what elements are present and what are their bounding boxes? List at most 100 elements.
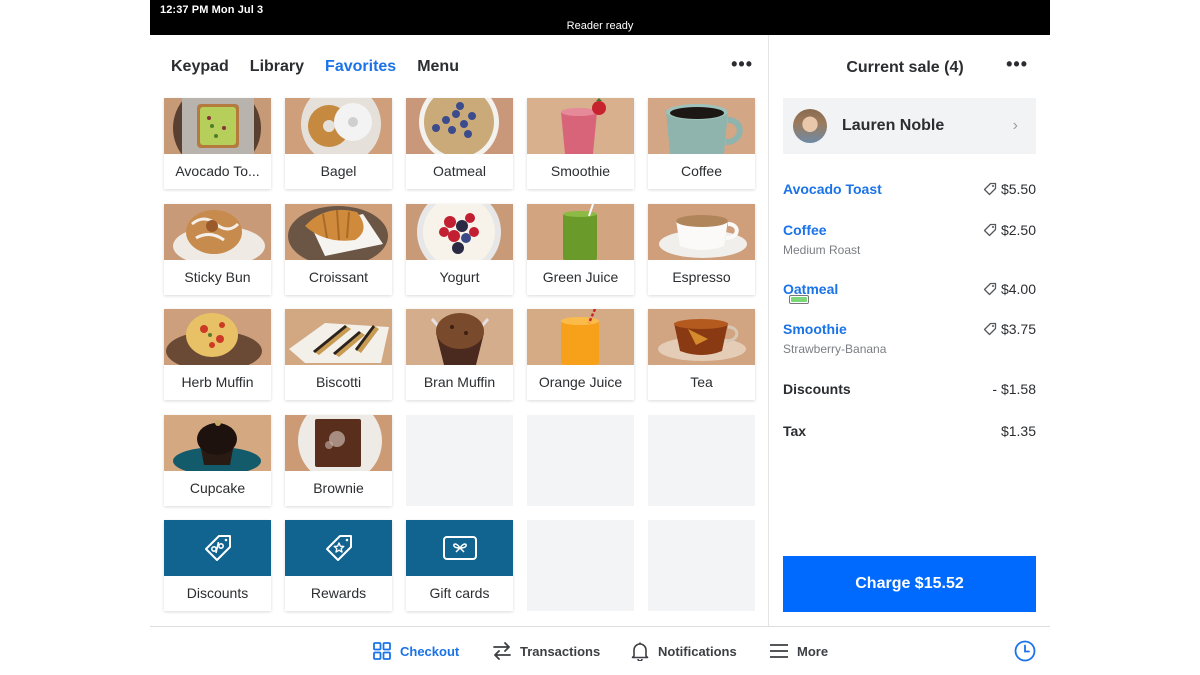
item-tile-brownie[interactable]: Brownie: [285, 414, 392, 506]
item-tile-green-juice[interactable]: Green Juice: [527, 203, 634, 295]
line-item-price-group: $5.50: [983, 181, 1036, 197]
line-item-price-group: $4.00: [983, 281, 1036, 297]
tab-menu[interactable]: Menu: [417, 58, 459, 76]
avatar: [793, 109, 827, 143]
clock-icon[interactable]: [1014, 640, 1036, 662]
bran-muffin-image: [406, 309, 513, 365]
tab-favorites[interactable]: Favorites: [325, 58, 396, 76]
customer-row[interactable]: Lauren Noble ›: [783, 98, 1036, 154]
discounts-row[interactable]: Discounts - $1.58: [783, 381, 1036, 397]
rewards-tile[interactable]: Rewards: [285, 520, 392, 611]
item-grid: Avocado To... Bagel Oatmeal Smoothie Cof…: [164, 98, 755, 611]
item-tile-sticky-bun[interactable]: Sticky Bun: [164, 203, 271, 295]
item-label: Green Juice: [542, 268, 619, 285]
avocado-toast-image: [164, 98, 271, 154]
nav-checkout[interactable]: Checkout: [372, 641, 459, 661]
tile-label: Gift cards: [429, 585, 490, 601]
tab-library[interactable]: Library: [250, 58, 304, 76]
line-item-price-group: $3.75: [983, 321, 1036, 337]
discount-tag-icon: [204, 535, 231, 561]
tea-image: [648, 309, 755, 365]
item-label: Biscotti: [315, 374, 362, 390]
discounts-tile[interactable]: Discounts: [164, 520, 271, 611]
item-tile-bagel[interactable]: Bagel: [285, 98, 392, 189]
line-item-price: $2.50: [1000, 222, 1036, 238]
coffee-image: [648, 98, 755, 154]
item-tile-biscotti[interactable]: Biscotti: [285, 309, 392, 400]
item-label: Cupcake: [189, 479, 246, 496]
nav-more[interactable]: More: [769, 641, 828, 661]
tile-label: Rewards: [310, 585, 367, 601]
line-item-modifier: Medium Roast: [783, 243, 861, 257]
nav-label: Checkout: [400, 643, 460, 659]
tag-icon: [983, 182, 997, 196]
item-tile-croissant[interactable]: Croissant: [285, 203, 392, 295]
gift-card-icon: [442, 536, 477, 560]
item-tile-cupcake[interactable]: Cupcake: [164, 414, 271, 506]
item-tile-yogurt[interactable]: Yogurt: [406, 203, 513, 295]
item-tile-orange-juice[interactable]: Orange Juice: [527, 309, 634, 400]
item-label: Avocado To...: [175, 163, 260, 179]
line-item[interactable]: Oatmeal $4.00: [783, 281, 1036, 297]
item-tile-smoothie[interactable]: Smoothie: [527, 98, 634, 189]
empty-tile[interactable]: [648, 414, 755, 506]
item-label: Sticky Bun: [184, 268, 251, 285]
line-item[interactable]: Smoothie Strawberry-Banana $3.75: [783, 321, 1036, 356]
bell-icon: [631, 642, 649, 661]
item-tile-herb-muffin[interactable]: Herb Muffin: [164, 309, 271, 400]
sale-more-options-icon[interactable]: •••: [1006, 55, 1028, 73]
line-item[interactable]: Coffee Medium Roast $2.50: [783, 222, 1036, 257]
item-tile-oatmeal[interactable]: Oatmeal: [406, 98, 513, 189]
item-tile-avocado-toast[interactable]: Avocado To...: [164, 98, 271, 189]
empty-tile[interactable]: [406, 414, 513, 506]
item-tile-tea[interactable]: Tea: [648, 309, 755, 400]
status-time: 12:37 PM Mon Jul 3: [160, 4, 264, 16]
item-label: Bagel: [320, 163, 357, 179]
tax-row[interactable]: Tax $1.35: [783, 423, 1036, 439]
tile-label: Discounts: [186, 585, 249, 601]
brownie-image: [285, 414, 392, 471]
item-label: Espresso: [672, 268, 731, 285]
nav-transactions[interactable]: Transactions: [492, 641, 600, 661]
empty-tile[interactable]: [527, 414, 634, 506]
charge-button[interactable]: Charge $15.52: [783, 556, 1036, 612]
item-label: Yogurt: [439, 268, 480, 285]
item-label: Coffee: [681, 163, 722, 179]
grid-icon: [373, 642, 391, 660]
hamburger-menu-icon: [770, 644, 788, 658]
tag-icon: [983, 223, 997, 237]
bagel-image: [285, 98, 392, 154]
nav-notifications[interactable]: Notifications: [630, 641, 737, 661]
line-item-price: $3.75: [1000, 321, 1036, 337]
gift-cards-tile[interactable]: Gift cards: [406, 520, 513, 611]
herb-muffin-image: [164, 309, 271, 365]
line-item-price-group: $2.50: [983, 222, 1036, 238]
pos-app: 12:37 PM Mon Jul 3 Reader ready ⚡ Keypad…: [150, 0, 1050, 675]
sticky-bun-image: [164, 203, 271, 260]
empty-tile[interactable]: [648, 520, 755, 611]
bottom-nav: Checkout Transactions Notifications More: [150, 626, 1050, 675]
item-tile-coffee[interactable]: Coffee: [648, 98, 755, 189]
tag-icon: [983, 322, 997, 336]
chevron-right-icon: ›: [1012, 117, 1018, 134]
item-label: Brownie: [313, 479, 364, 496]
empty-tile[interactable]: [527, 520, 634, 611]
tax-label: Tax: [783, 423, 807, 439]
item-tile-bran-muffin[interactable]: Bran Muffin: [406, 309, 513, 400]
smoothie-image: [527, 98, 634, 154]
orange-juice-image: [527, 309, 634, 365]
croissant-image: [285, 203, 392, 260]
more-options-icon[interactable]: •••: [731, 55, 753, 73]
nav-label: Transactions: [520, 643, 601, 659]
oatmeal-image: [406, 98, 513, 154]
discounts-value: - $1.58: [992, 381, 1036, 397]
line-item[interactable]: Avocado Toast $5.50: [783, 181, 1036, 197]
tab-keypad[interactable]: Keypad: [171, 58, 229, 76]
nav-label: More: [797, 643, 829, 659]
yogurt-image: [406, 203, 513, 260]
biscotti-image: [285, 309, 392, 365]
item-label: Smoothie: [550, 163, 611, 179]
line-item-modifier: Strawberry-Banana: [783, 342, 887, 356]
line-item-price: $4.00: [1000, 281, 1036, 297]
item-tile-espresso[interactable]: Espresso: [648, 203, 755, 295]
